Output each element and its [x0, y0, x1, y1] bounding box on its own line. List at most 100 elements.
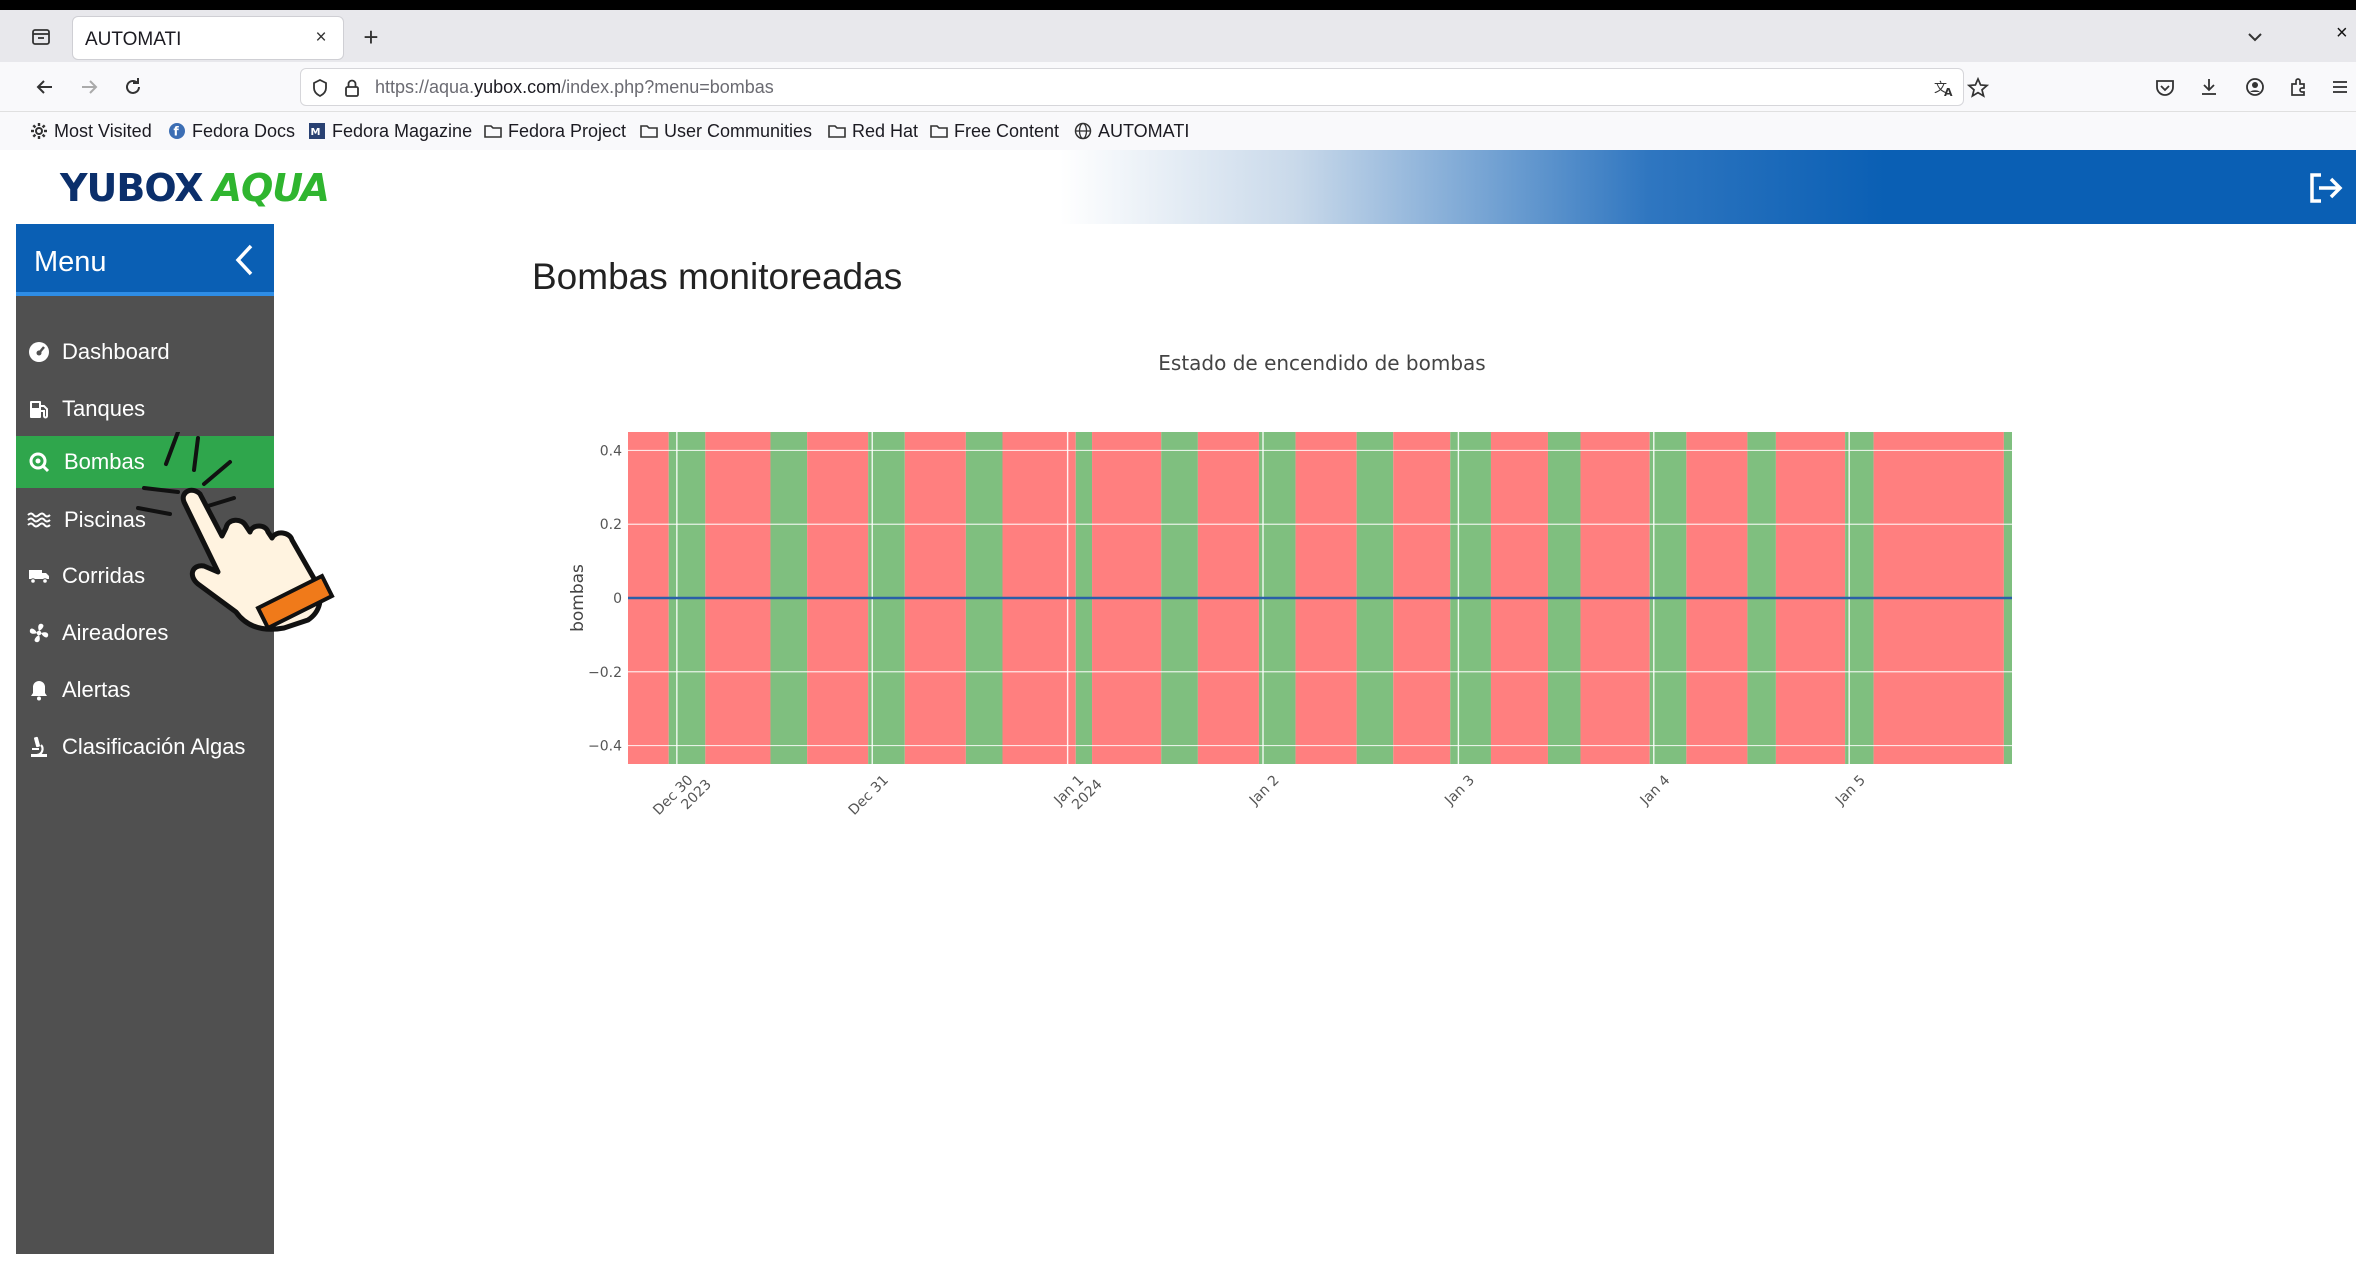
bookmark-label: Fedora Docs — [192, 120, 296, 141]
tab-close-icon[interactable]: × — [309, 26, 333, 50]
sidebar-header: Menu — [16, 224, 274, 296]
x-tick-label-line: Dec 31 — [846, 772, 892, 818]
active-tab[interactable]: AUTOMATI × — [72, 16, 344, 60]
url-domain: yubox.com — [474, 77, 562, 97]
sidebar-item-label: Corridas — [62, 563, 146, 588]
window-close-button[interactable]: × — [2336, 22, 2356, 52]
list-all-tabs-button[interactable] — [2240, 22, 2270, 52]
y-tick-labels: 0.4 0.2 0 −0.2 −0.4 — [588, 443, 622, 754]
y-axis-label: bombas — [568, 564, 588, 632]
microscope-icon — [26, 734, 52, 760]
back-button[interactable] — [28, 70, 62, 104]
sidebar-item-alertas[interactable]: Alertas — [16, 664, 274, 716]
chart-svg: Estado de encendido de bombas bombas 0.4… — [568, 351, 2012, 819]
sidebar-item-label: Tanques — [62, 396, 146, 421]
sidebar-item-label: Bombas — [64, 449, 145, 474]
x-tick-labels: Dec 302023 Dec 31 Jan 12024 Jan 2 Jan 3 Jan 4… — [650, 772, 1869, 818]
bookmark-fedora-magazine[interactable]: M Fedora Magazine — [308, 118, 472, 144]
account-icon — [2246, 78, 2264, 96]
tracking-shield-icon[interactable] — [307, 75, 333, 101]
y-tick-label: 0.4 — [600, 443, 622, 459]
logout-button[interactable] — [2306, 170, 2346, 206]
sidebar-item-clasificacion-algas[interactable]: Clasificación Algas — [16, 721, 274, 773]
download-icon — [2202, 79, 2216, 95]
forward-button[interactable] — [72, 70, 106, 104]
window-top-edge — [0, 0, 2356, 10]
new-tab-button[interactable]: + — [356, 22, 386, 52]
x-tick-label: Jan 4 — [1637, 772, 1674, 809]
bookmark-user-communities[interactable]: User Communities — [640, 118, 812, 144]
y-tick-label: −0.4 — [588, 739, 622, 755]
chevron-down-icon — [2248, 33, 2262, 42]
bookmark-fedora-docs[interactable]: f Fedora Docs — [168, 118, 295, 144]
arrow-right-icon — [82, 80, 98, 94]
tab-bar: AUTOMATI × + × — [0, 10, 2356, 62]
x-tick-label-line: Jan 5 — [1832, 772, 1869, 809]
bell-icon — [26, 677, 52, 703]
sidebar-item-tanques[interactable]: Tanques — [16, 383, 274, 435]
logo-main: YUBOX — [60, 166, 204, 210]
account-button[interactable] — [2238, 70, 2272, 104]
tab-list-button[interactable] — [24, 20, 58, 54]
url-text[interactable]: https://aqua.yubox.com/index.php?menu=bo… — [375, 77, 774, 98]
fan-icon — [26, 620, 52, 646]
bookmark-free-content[interactable]: Free Content — [930, 118, 1059, 144]
lock-icon[interactable] — [339, 75, 365, 101]
reload-button[interactable] — [116, 70, 150, 104]
app-header: YUBOX AQUA — [0, 150, 2356, 224]
app-menu-button[interactable] — [2326, 70, 2354, 104]
sidebar-item-label: Clasificación Algas — [62, 734, 246, 759]
logout-icon — [2310, 173, 2343, 203]
downloads-button[interactable] — [2192, 70, 2226, 104]
bookmark-most-visited[interactable]: Most Visited — [30, 118, 152, 144]
svg-text:f: f — [174, 125, 180, 139]
menu-title: Menu — [34, 246, 107, 278]
bookmark-red-hat[interactable]: Red Hat — [828, 118, 918, 144]
fedora-icon: f — [169, 123, 185, 139]
bookmark-star-icon[interactable] — [1965, 75, 1991, 101]
bookmark-label: Free Content — [954, 120, 1060, 141]
folder-icon — [828, 125, 846, 138]
y-tick-label: 0.2 — [600, 517, 622, 533]
bookmark-label: Most Visited — [54, 120, 152, 141]
folder-icon — [640, 125, 658, 138]
yubox-aqua-logo[interactable]: YUBOX AQUA — [60, 166, 330, 210]
arrow-left-icon — [36, 80, 52, 94]
globe-icon — [1074, 122, 1092, 140]
x-tick-label: Jan 2 — [1246, 772, 1283, 809]
hamburger-icon — [2333, 81, 2347, 93]
tab-title: AUTOMATI — [85, 29, 182, 50]
bookmark-label: AUTOMATI — [1098, 120, 1190, 141]
bookmark-automati[interactable]: AUTOMATI — [1074, 118, 1189, 144]
bookmark-label: Red Hat — [852, 120, 919, 141]
folder-icon — [930, 125, 948, 138]
x-tick-label: Dec 302023 — [650, 772, 715, 818]
screen: AUTOMATI × + × https://aqua.yubox.com/in… — [0, 0, 2356, 1286]
collapse-menu-button[interactable] — [224, 240, 264, 280]
bookmark-label: Fedora Project — [508, 120, 627, 141]
y-tick-label: 0 — [613, 591, 622, 607]
x-tick-label: Dec 31 — [846, 772, 892, 818]
x-tick-label: Jan 3 — [1441, 772, 1478, 809]
pocket-button[interactable] — [2148, 70, 2182, 104]
bookmark-fedora-project[interactable]: Fedora Project — [484, 118, 626, 144]
svg-text:M: M — [311, 127, 321, 138]
x-tick-label: Jan 5 — [1832, 772, 1869, 809]
sidebar-item-label: Alertas — [62, 677, 131, 702]
x-tick-label: Jan 12024 — [1051, 772, 1106, 813]
translate-icon[interactable]: 文A — [1931, 75, 1957, 101]
reload-icon — [126, 78, 140, 94]
svg-text:A: A — [1944, 86, 1953, 98]
x-tick-label-line: Jan 4 — [1637, 772, 1674, 809]
url-bar[interactable]: https://aqua.yubox.com/index.php?menu=bo… — [300, 68, 1989, 106]
pump-status-chart[interactable]: Estado de encendido de bombas bombas 0.4… — [540, 340, 2040, 840]
page-title: Bombas monitoreadas — [532, 256, 903, 297]
x-tick-label-line: Jan 3 — [1441, 772, 1478, 809]
magazine-icon: M — [309, 123, 325, 139]
extensions-button[interactable] — [2282, 70, 2316, 104]
logo-accent: AQUA — [212, 166, 330, 210]
sidebar-item-dashboard[interactable]: Dashboard — [16, 326, 274, 378]
chevron-left-icon — [235, 244, 253, 276]
navigation-bar: https://aqua.yubox.com/index.php?menu=bo… — [0, 62, 2356, 112]
pump-search-icon — [26, 449, 52, 475]
